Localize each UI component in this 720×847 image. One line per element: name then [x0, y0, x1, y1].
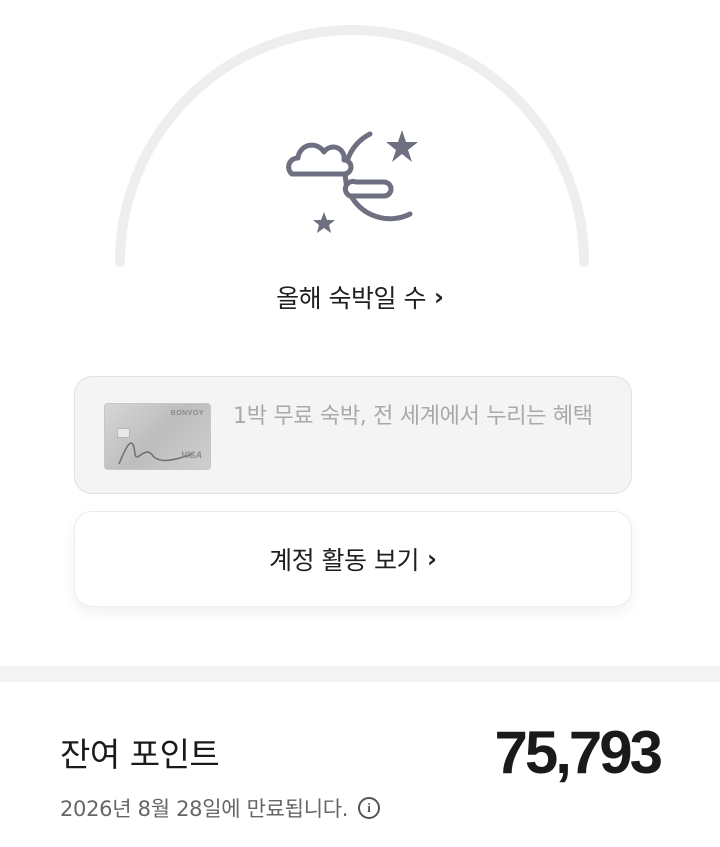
stay-nights-label: 올해 숙박일 수	[276, 284, 426, 313]
promo-card-banner[interactable]: BONVOY VISA 1박 무료 숙박, 전 세계에서 누리는 혜택	[74, 376, 632, 494]
stay-nights-link[interactable]: 올해 숙박일 수 ›	[0, 278, 720, 316]
points-balance-section: 잔여 포인트 75,793 2026년 8월 28일에 만료됩니다. i	[0, 682, 720, 847]
credit-card-image: BONVOY VISA	[104, 403, 211, 470]
chevron-right-icon: ›	[427, 545, 437, 573]
view-account-activity-button[interactable]: 계정 활동 보기 ›	[74, 511, 632, 607]
points-expiry-text: 2026년 8월 28일에 만료됩니다.	[60, 797, 349, 821]
remaining-points-value: 75,793	[494, 719, 663, 786]
moon-cloud-stars-icon	[286, 130, 418, 233]
activity-button-label: 계정 활동 보기	[269, 546, 419, 575]
visa-logo: VISA	[180, 450, 202, 460]
promo-text: 1박 무료 숙박, 전 세계에서 누리는 혜택	[233, 404, 593, 429]
points-expiry-row: 2026년 8월 28일에 만료됩니다. i	[60, 793, 381, 823]
info-icon[interactable]: i	[358, 797, 381, 819]
remaining-points-label: 잔여 포인트	[60, 735, 220, 774]
chevron-right-icon: ›	[434, 283, 444, 311]
section-divider	[0, 666, 720, 682]
card-signature-graphic	[118, 442, 194, 465]
